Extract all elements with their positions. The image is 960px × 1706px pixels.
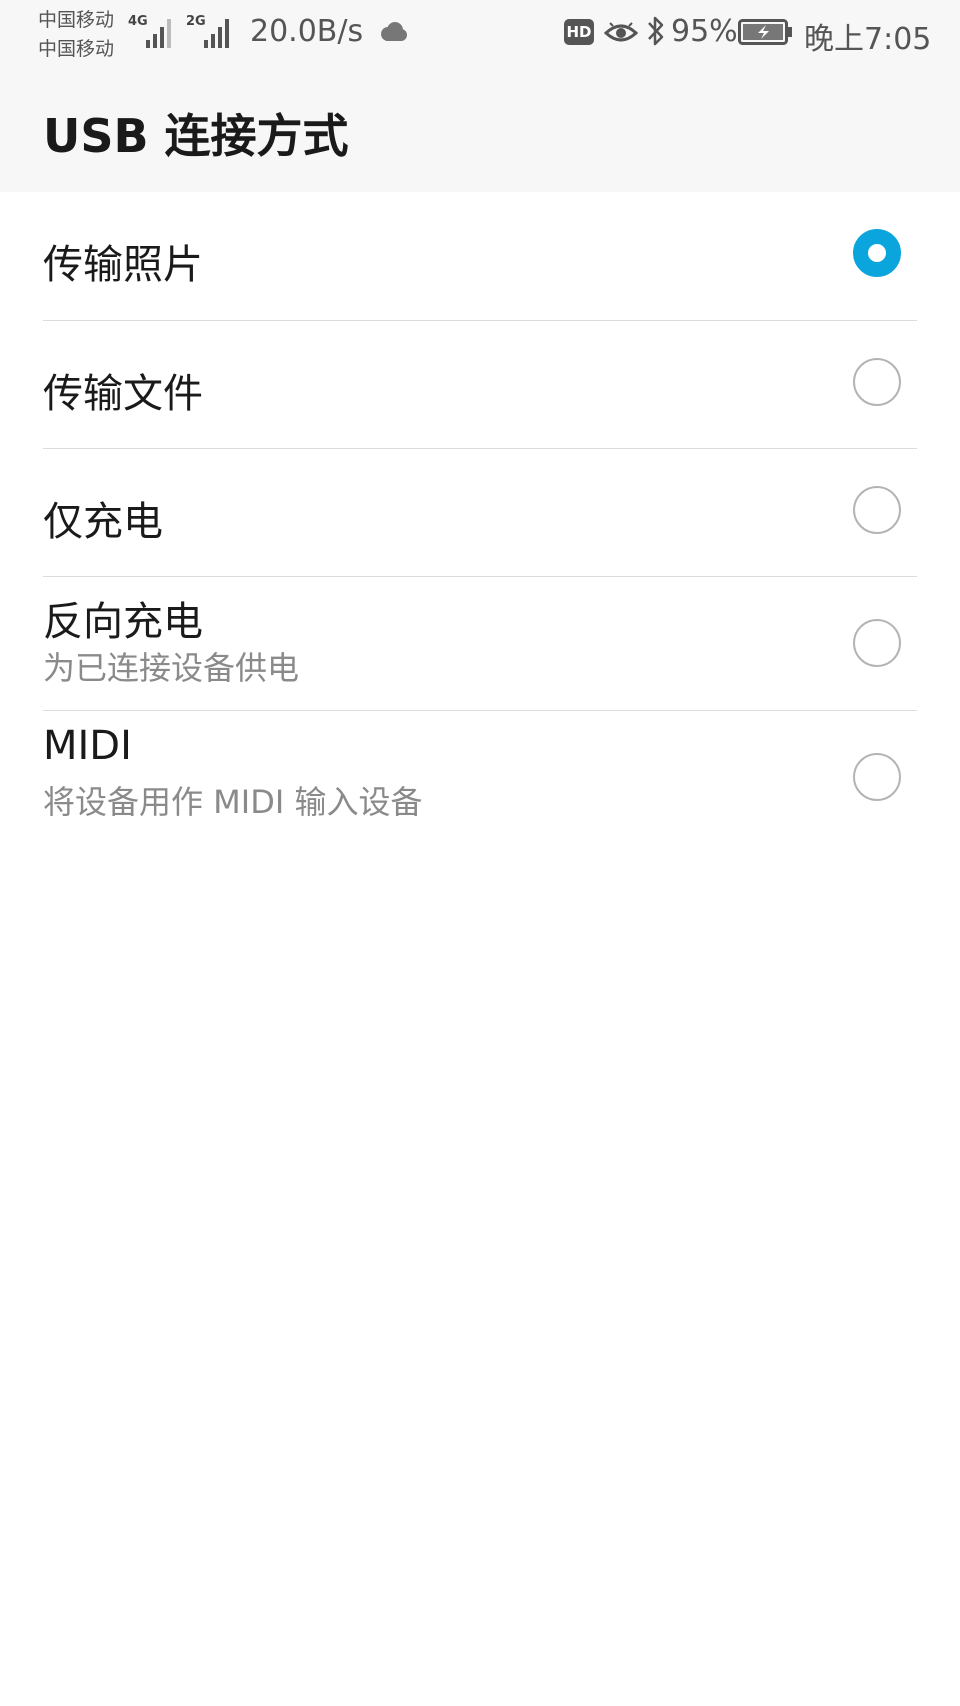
network-speed: 20.0B/s (250, 14, 364, 49)
option-row-transfer-photos[interactable]: 传输照片 (43, 192, 917, 321)
radio-button[interactable] (853, 619, 901, 667)
option-title: 反向充电 (43, 599, 203, 645)
cloud-icon (381, 22, 407, 41)
status-bar: 中国移动 中国移动 4G 2G 20.0B/s HD 95% 晚上7:05 (0, 0, 960, 68)
bluetooth-icon (648, 16, 664, 46)
signal-icon (204, 19, 229, 48)
option-title: MIDI (43, 723, 132, 769)
signal-2-label: 2G (186, 14, 206, 29)
carrier-1: 中国移动 (38, 9, 115, 31)
page-title: USB 连接方式 (43, 109, 349, 163)
carrier-2: 中国移动 (38, 38, 115, 60)
battery-charging-icon (738, 19, 792, 45)
option-title: 传输照片 (43, 242, 203, 288)
option-row-midi[interactable]: MIDI 将设备用作 MIDI 输入设备 (43, 711, 917, 845)
radio-button[interactable] (853, 753, 901, 801)
option-title: 传输文件 (43, 371, 203, 417)
option-subtitle: 将设备用作 MIDI 输入设备 (43, 783, 423, 821)
option-row-charge-only[interactable]: 仅充电 (43, 449, 917, 577)
radio-button-selected[interactable] (853, 229, 901, 277)
radio-button[interactable] (853, 358, 901, 406)
hd-icon: HD (564, 19, 594, 45)
signal-1-label: 4G (128, 14, 148, 29)
option-row-transfer-files[interactable]: 传输文件 (43, 321, 917, 449)
option-subtitle: 为已连接设备供电 (43, 649, 300, 687)
top-area: 中国移动 中国移动 4G 2G 20.0B/s HD 95% 晚上7:05 US… (0, 0, 960, 192)
option-title: 仅充电 (43, 499, 163, 545)
clock: 晚上7:05 (804, 22, 932, 57)
battery-percent: 95% (671, 14, 738, 49)
eye-icon (604, 22, 638, 42)
radio-button[interactable] (853, 486, 901, 534)
option-row-reverse-charge[interactable]: 反向充电 为已连接设备供电 (43, 577, 917, 711)
carrier-info: 中国移动 中国移动 (38, 6, 128, 64)
signal-icon (146, 19, 171, 48)
